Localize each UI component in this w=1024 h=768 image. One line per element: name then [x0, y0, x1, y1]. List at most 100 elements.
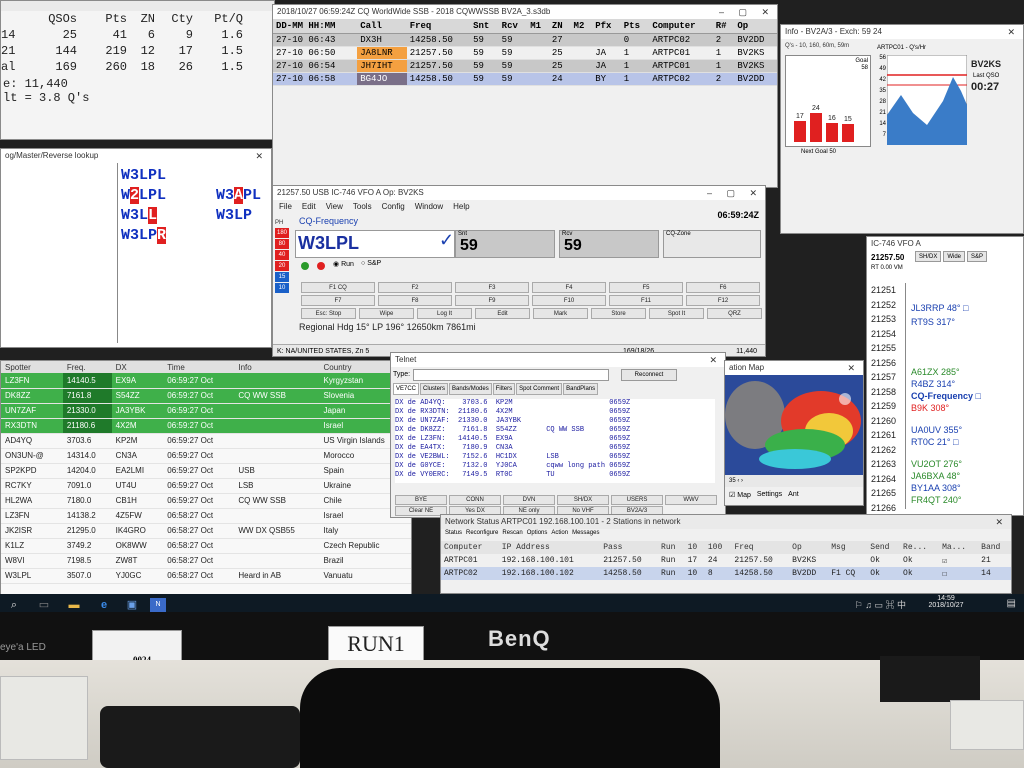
close-icon[interactable]: ✕: [847, 361, 861, 375]
app-icon[interactable]: ▣: [124, 598, 140, 612]
bandmap-spot[interactable]: B9K 308°: [911, 403, 949, 413]
task-view-icon[interactable]: ▭: [36, 598, 52, 612]
spots-row[interactable]: RX3DTN 21180.6 4X2M 06:59:27 Oct Israel: [1, 418, 411, 434]
callsign-input[interactable]: W3LPL: [295, 230, 455, 258]
net-tab[interactable]: Messages: [572, 530, 599, 540]
telnet-button[interactable]: BYE: [395, 495, 447, 505]
bandmap-title-bar[interactable]: IC-746 VFO A: [867, 237, 1023, 251]
window-controls[interactable]: – ▢ ✕: [707, 186, 763, 200]
log-col-header[interactable]: M2: [570, 19, 593, 34]
check-call-3[interactable]: W3LL: [121, 207, 158, 224]
fkey-button[interactable]: F5: [609, 282, 683, 293]
net-col-header[interactable]: Re...: [900, 541, 940, 554]
spots-row[interactable]: RC7KY 7091.0 UT4U 06:59:27 Oct LSB Ukraine: [1, 478, 411, 494]
fkey-button[interactable]: F12: [686, 295, 760, 306]
log-col-header[interactable]: Freq: [406, 19, 471, 34]
fkey-button[interactable]: Store: [591, 308, 646, 319]
close-icon[interactable]: ✕: [1007, 25, 1021, 39]
telnet-button[interactable]: USERS: [611, 495, 663, 505]
window-controls[interactable]: – ▢ ✕: [719, 5, 775, 19]
bandmap-spot[interactable]: R4BZ 314°: [911, 379, 955, 389]
menu-item-help[interactable]: Help: [453, 200, 469, 214]
net-col-header[interactable]: 10: [684, 541, 705, 554]
close-icon[interactable]: ✕: [709, 353, 723, 367]
telnet-button[interactable]: SH/DX: [557, 495, 609, 505]
menu-item-tools[interactable]: Tools: [353, 200, 372, 214]
telnet-button[interactable]: WWV: [665, 495, 717, 505]
fkey-button[interactable]: F10: [532, 295, 606, 306]
taskbar-clock[interactable]: 14:59 2018/10/27: [916, 595, 976, 609]
fkey-button[interactable]: F6: [686, 282, 760, 293]
check-title-bar[interactable]: og/Master/Reverse lookup ✕: [1, 149, 271, 163]
folder-icon[interactable]: ▬: [66, 598, 82, 612]
fkey-button[interactable]: Wipe: [359, 308, 414, 319]
fkey-button[interactable]: QRZ: [707, 308, 762, 319]
log-col-header[interactable]: Rcv: [498, 19, 528, 34]
ie-browser-icon[interactable]: e: [96, 598, 112, 612]
menu-item-window[interactable]: Window: [415, 200, 443, 214]
search-icon[interactable]: ⌕: [6, 598, 22, 612]
net-col-header[interactable]: Band: [978, 541, 1011, 554]
check-call-2[interactable]: W2LPL: [121, 187, 166, 204]
notification-icon[interactable]: ▤: [1007, 598, 1016, 609]
spots-row[interactable]: K1LZ 3749.2 OK8WW 06:58:27 Oct Czech Republi…: [1, 538, 411, 554]
map-checkbox[interactable]: ☑ Map: [729, 491, 751, 499]
bandmap-spot[interactable]: RT0C 21° □: [911, 437, 958, 447]
log-row[interactable]: 27-10 06:43 DX3H 14258.50 59 59 27 0 ARTPC02 2 BV…: [273, 33, 777, 47]
log-col-header[interactable]: R#: [712, 19, 735, 34]
fkey-button[interactable]: Mark: [533, 308, 588, 319]
net-tab[interactable]: Rescan: [502, 530, 522, 540]
entry-title-bar[interactable]: 21257.50 USB IC-746 VFO A Op: BV2KS – ▢ ✕: [273, 186, 765, 200]
bandmap-button[interactable]: S&P: [967, 251, 988, 262]
spots-row[interactable]: W3LPL 3507.0 YJ0GC 06:58:27 Oct Heard in AB V…: [1, 568, 411, 584]
fkey-button[interactable]: Esc: Stop: [301, 308, 356, 319]
fkey-button[interactable]: F3: [455, 282, 529, 293]
fkey-button[interactable]: Edit: [475, 308, 530, 319]
band-button[interactable]: 20: [275, 261, 289, 271]
band-button[interactable]: 80: [275, 239, 289, 249]
net-row[interactable]: ARTPC02 192.168.100.102 14258.50 Run 10 8 1425…: [441, 567, 1011, 580]
net-title-bar[interactable]: Network Status ARTPC01 192.168.100.101 -…: [441, 515, 1011, 529]
map-title-bar[interactable]: ation Map ✕: [725, 361, 863, 375]
net-col-header[interactable]: Send: [867, 541, 901, 554]
spots-row[interactable]: UN7ZAF 21330.0 JA3YBK 06:59:27 Oct Japan: [1, 403, 411, 419]
net-tab[interactable]: Action: [551, 530, 568, 540]
spots-row[interactable]: JK2ISR 21295.0 IK4GRO 06:58:27 Oct WW DX QSB…: [1, 523, 411, 539]
log-col-header[interactable]: Pfx: [592, 19, 621, 34]
check-call-5[interactable]: W3APL: [216, 187, 261, 204]
menu-item-config[interactable]: Config: [382, 200, 405, 214]
spots-row[interactable]: AD4YQ 3703.6 KP2M 06:59:27 Oct US Virgin Isl…: [1, 433, 411, 449]
spots-col-header[interactable]: Freq.: [62, 361, 112, 373]
bandmap-spot[interactable]: JL3RRP 48° □: [911, 303, 968, 313]
bandmap-spot[interactable]: JA6BXA 48°: [911, 471, 960, 481]
telnet-tab[interactable]: Bands/Modes: [449, 383, 492, 395]
spots-row[interactable]: W8VI 7198.5 ZW8T 06:58:27 Oct Brazil: [1, 553, 411, 569]
log-row[interactable]: 27-10 06:54 JH7IHT 21257.50 59 59 25 JA 1 ARTPC0…: [273, 59, 777, 73]
map-settings-button[interactable]: Settings: [757, 491, 782, 499]
telnet-tab[interactable]: BandPlans: [563, 383, 599, 395]
net-tab[interactable]: Status: [445, 530, 462, 540]
spots-col-header[interactable]: Time: [163, 361, 235, 373]
net-col-header[interactable]: IP Address: [498, 541, 601, 554]
log-col-header[interactable]: Pts: [620, 19, 650, 34]
telnet-tab[interactable]: Filters: [492, 383, 516, 395]
spots-row[interactable]: HL2WA 7180.0 CB1H 06:59:27 Oct CQ WW SSB Chil…: [1, 493, 411, 509]
telnet-button[interactable]: CONN: [449, 495, 501, 505]
spots-col-header[interactable]: DX: [111, 361, 164, 373]
bandmap-button[interactable]: SH/DX: [915, 251, 942, 262]
net-tab[interactable]: Reconfigure: [466, 530, 498, 540]
menu-item-view[interactable]: View: [326, 200, 343, 214]
bandmap-spot[interactable]: RT9S 317°: [911, 317, 955, 327]
fkey-button[interactable]: Log It: [417, 308, 472, 319]
net-col-header[interactable]: Computer: [441, 541, 499, 554]
log-col-header[interactable]: M1: [527, 19, 549, 34]
menu-item-file[interactable]: File: [279, 200, 292, 214]
run-radio[interactable]: ◉ Run: [333, 260, 354, 268]
menu-item-edit[interactable]: Edit: [302, 200, 316, 214]
bandmap-spot[interactable]: A61ZX 285°: [911, 367, 960, 377]
spots-row[interactable]: LZ3FN 14138.2 4Z5FW 06:58:27 Oct Israel: [1, 508, 411, 524]
n1mm-icon[interactable]: N: [150, 598, 166, 612]
close-icon[interactable]: ✕: [995, 515, 1009, 529]
fkey-button[interactable]: F11: [609, 295, 683, 306]
net-row[interactable]: ARTPC01 192.168.100.101 21257.50 Run 17 24 212…: [441, 554, 1011, 567]
